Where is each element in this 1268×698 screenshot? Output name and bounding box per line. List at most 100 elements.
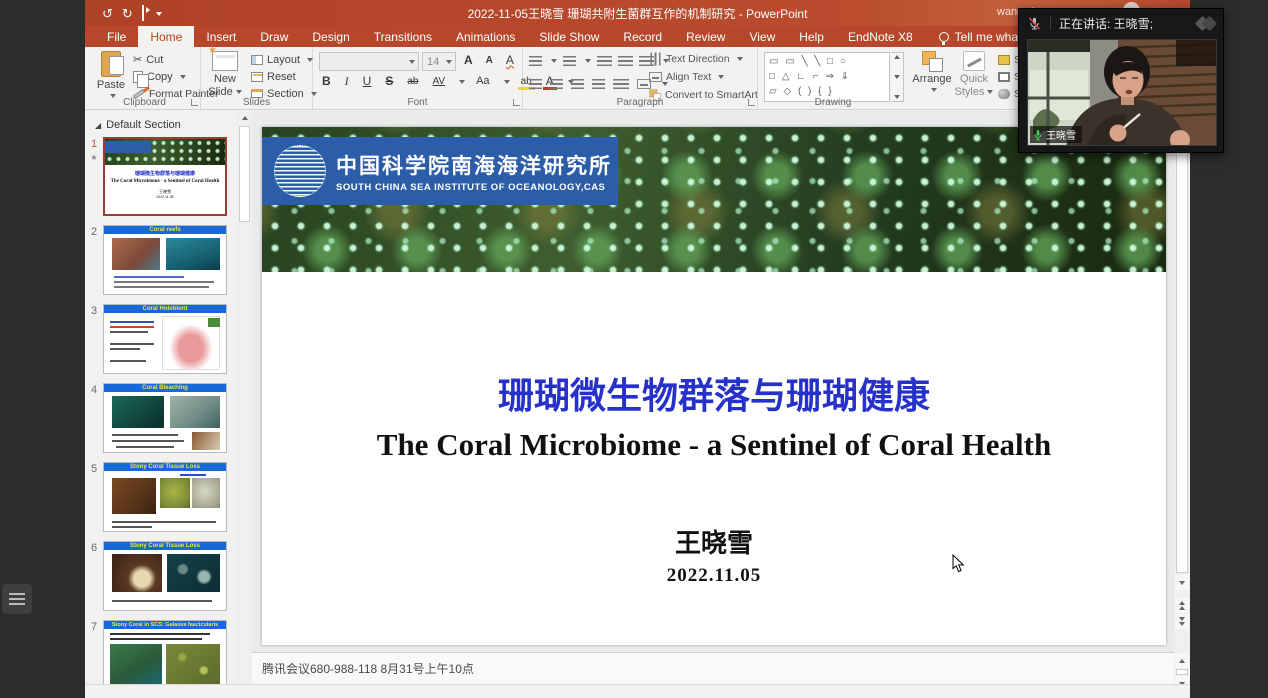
- slide-4-thumbnail[interactable]: Coral Bleaching: [103, 383, 227, 453]
- group-drawing: ▭ ▭ ╲ ╲ □ ○ □ △ ∟ ⌐ ⇒ ⇓ ▱ ◇ ( ) { } Arra…: [758, 47, 1018, 109]
- slide-3-number: 3: [85, 304, 103, 374]
- shape-gallery[interactable]: ▭ ▭ ╲ ╲ □ ○ □ △ ∟ ⌐ ⇒ ⇓ ▱ ◇ ( ) { }: [764, 52, 890, 102]
- notes-scrollbar[interactable]: [1174, 652, 1190, 684]
- paragraph-row2: [529, 75, 668, 92]
- align-left-icon[interactable]: [529, 79, 542, 89]
- meeting-overlay-window[interactable]: 正在讲话: 王晓雪;: [1018, 8, 1224, 153]
- chevron-down-icon: [459, 80, 465, 84]
- arrange-button[interactable]: Arrange: [910, 51, 954, 92]
- align-text-button[interactable]: Align Text: [649, 68, 724, 85]
- tab-review[interactable]: Review: [674, 26, 737, 47]
- quick-styles-button[interactable]: Quick Styles: [954, 51, 994, 99]
- scrollbar-thumb[interactable]: [239, 126, 250, 222]
- scrollbar-thumb[interactable]: [1176, 669, 1188, 675]
- notes-pane[interactable]: 腾讯会议680-988-118 8月31号上午10点: [252, 652, 1174, 684]
- cut-button[interactable]: ✂ Cut: [133, 51, 163, 68]
- paste-button[interactable]: Paste: [93, 51, 129, 98]
- new-slide-button[interactable]: New Slide: [205, 51, 245, 99]
- underline-button[interactable]: U: [360, 73, 375, 90]
- chevron-down-icon: [931, 88, 937, 92]
- tab-help[interactable]: Help: [787, 26, 836, 47]
- increase-indent-icon[interactable]: [618, 56, 633, 66]
- next-slide-button[interactable]: [1175, 614, 1189, 629]
- tab-view[interactable]: View: [737, 26, 787, 47]
- font-dialog-launcher[interactable]: [513, 99, 520, 106]
- slide-3-thumbnail[interactable]: Coral Holobiont: [103, 304, 227, 374]
- tab-transitions[interactable]: Transitions: [362, 26, 444, 47]
- section-header[interactable]: ◢ Default Section: [95, 119, 252, 131]
- meeting-app-logo-icon: [1197, 18, 1215, 29]
- thumbnail-text-placeholder: [110, 638, 202, 640]
- text-direction-button[interactable]: Text Direction: [649, 50, 743, 67]
- tab-insert[interactable]: Insert: [194, 26, 248, 47]
- justify-icon[interactable]: [592, 79, 605, 89]
- slide-5-thumbnail[interactable]: Stony Coral Tissue Loss: [103, 462, 227, 532]
- strikethrough-button[interactable]: ab: [404, 73, 421, 90]
- decrease-indent-icon[interactable]: [597, 56, 612, 66]
- tab-file[interactable]: File: [95, 26, 138, 47]
- slide-7-thumbnail[interactable]: Stony Coral in SCS: Galaxea fascicularis: [103, 620, 227, 684]
- shape-gallery-scroll[interactable]: [891, 52, 904, 102]
- character-spacing-button[interactable]: AV: [429, 73, 448, 90]
- chevron-down-icon: [718, 75, 724, 79]
- grow-font-icon[interactable]: A: [461, 52, 476, 69]
- slide-1-thumbnail[interactable]: 珊瑚微生物群落与珊瑚健康 The Coral Microbiome - a Se…: [103, 137, 227, 216]
- tab-draw[interactable]: Draw: [248, 26, 300, 47]
- reset-button[interactable]: Reset: [251, 68, 296, 85]
- columns-icon[interactable]: [613, 79, 629, 89]
- align-right-icon[interactable]: [571, 79, 584, 89]
- tab-home[interactable]: Home: [138, 26, 194, 47]
- clipboard-dialog-launcher[interactable]: [191, 99, 198, 106]
- bullets-icon[interactable]: [529, 56, 542, 66]
- tab-record[interactable]: Record: [611, 26, 674, 47]
- meeting-member-list-button[interactable]: [2, 584, 32, 614]
- tab-animations[interactable]: Animations: [444, 26, 527, 47]
- thumbnail-photo: [208, 318, 220, 327]
- change-case-button[interactable]: Aa: [473, 73, 492, 90]
- thumbnail-institute-box: [105, 141, 151, 153]
- font-name-combo[interactable]: [319, 52, 419, 71]
- tab-design[interactable]: Design: [300, 26, 361, 47]
- scroll-down-button[interactable]: [1175, 575, 1189, 590]
- editor-scrollbar[interactable]: [1174, 111, 1190, 684]
- numbering-icon[interactable]: [563, 56, 576, 66]
- thumbnail-photo: [112, 554, 162, 592]
- thumbnail-title: Stony Coral Tissue Loss: [104, 463, 226, 471]
- shrink-font-icon[interactable]: A: [483, 52, 496, 69]
- thumbnail-title: Coral reefs: [104, 226, 226, 234]
- font-size-combo[interactable]: 14: [422, 52, 456, 71]
- paragraph-dialog-launcher[interactable]: [748, 99, 755, 106]
- text-shadow-button[interactable]: S: [382, 73, 396, 90]
- previous-slide-button[interactable]: [1175, 598, 1189, 613]
- thumbnail-scrollbar[interactable]: [237, 111, 252, 684]
- group-paragraph: Text Direction Align Text Convert to Sma…: [523, 47, 758, 109]
- redo-icon[interactable]: ↻: [122, 7, 133, 20]
- chevron-down-icon: [987, 90, 993, 94]
- tab-slide-show[interactable]: Slide Show: [527, 26, 611, 47]
- undo-icon[interactable]: ↺: [102, 7, 113, 20]
- font-group-label: Font: [313, 97, 522, 108]
- shape-effects-icon: [998, 89, 1010, 99]
- clear-formatting-icon[interactable]: A: [503, 52, 517, 69]
- scroll-up-button[interactable]: [1175, 653, 1189, 668]
- slide-6-thumbnail[interactable]: Stony Coral Tissue Loss: [103, 541, 227, 611]
- start-slideshow-icon[interactable]: [142, 6, 144, 20]
- scrollbar-thumb[interactable]: [1176, 113, 1188, 573]
- thumbnail-text-placeholder: [114, 281, 214, 283]
- institute-banner: 中国科学院南海海洋研究所 SOUTH CHINA SEA INSTITUTE O…: [262, 137, 618, 205]
- quick-styles-label2: Styles: [955, 86, 985, 98]
- animation-star-icon: ★: [85, 153, 103, 162]
- webcam-video[interactable]: 王晓雪: [1027, 39, 1217, 146]
- bold-button[interactable]: B: [319, 73, 334, 90]
- italic-button[interactable]: I: [342, 73, 352, 90]
- slide-canvas[interactable]: 中国科学院南海海洋研究所 SOUTH CHINA SEA INSTITUTE O…: [262, 127, 1166, 645]
- slide-2-thumbnail[interactable]: Coral reefs: [103, 225, 227, 295]
- customize-qat-icon[interactable]: [153, 6, 162, 20]
- text-direction-icon: [651, 52, 661, 65]
- align-center-icon[interactable]: [550, 79, 563, 89]
- thumbnail-text-placeholder: [114, 286, 209, 288]
- scroll-up-button[interactable]: [237, 111, 252, 125]
- tab-endnote[interactable]: EndNote X8: [836, 26, 925, 47]
- layout-button[interactable]: Layout: [251, 51, 313, 68]
- copy-button[interactable]: Copy: [133, 68, 186, 85]
